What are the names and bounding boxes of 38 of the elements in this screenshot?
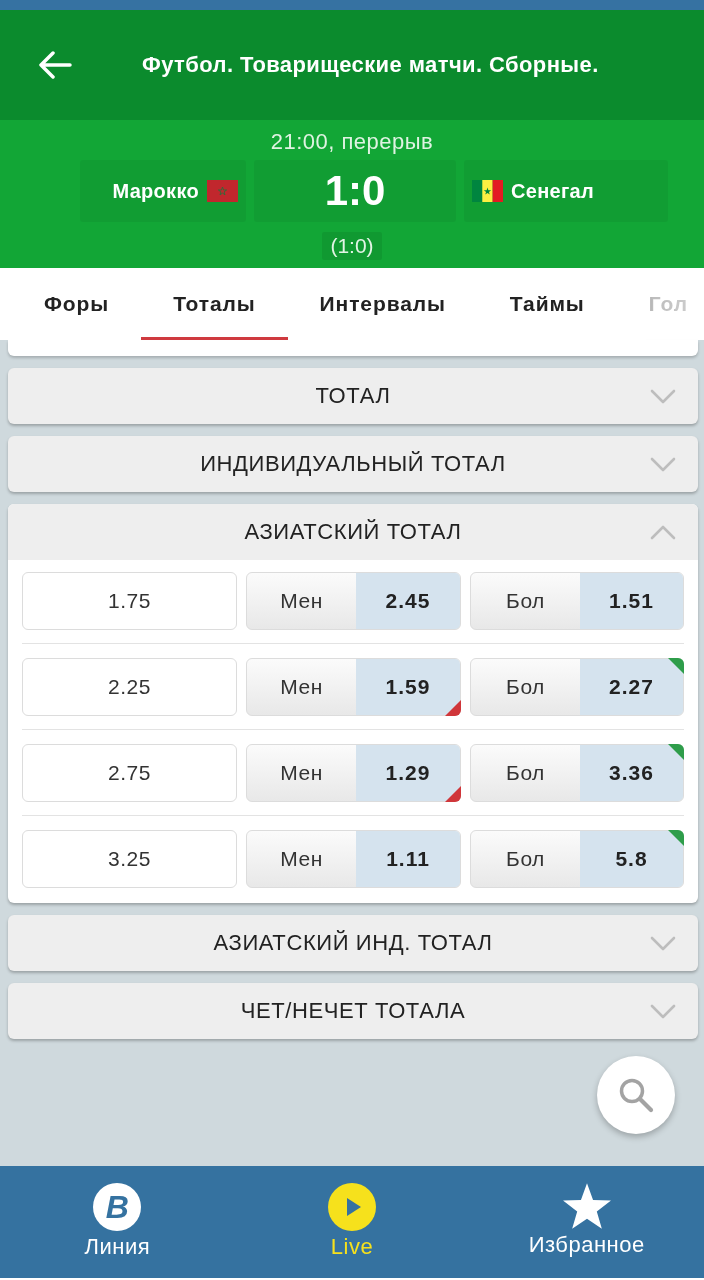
tab[interactable]: Таймы <box>477 268 617 340</box>
play-icon <box>328 1183 376 1231</box>
odds-button[interactable]: Мен 2.45 <box>246 572 461 630</box>
team-name: Марокко <box>112 179 199 203</box>
total-value: 3.25 <box>22 830 237 888</box>
total-value: 1.75 <box>22 572 237 630</box>
star-icon <box>562 1183 611 1229</box>
total-value: 2.25 <box>22 658 237 716</box>
odds-button[interactable]: Мен 1.11 <box>246 830 461 888</box>
match-score: 1:0 <box>254 160 456 222</box>
tab[interactable]: Форы <box>12 268 142 340</box>
tab[interactable]: Интервалы <box>287 268 478 340</box>
flag-icon <box>472 180 503 202</box>
search-icon <box>618 1077 654 1113</box>
odds-button[interactable]: Бол 5.8 <box>470 830 684 888</box>
market-header[interactable]: ИНДИВИДУАЛЬНЫЙ ТОТАЛ <box>8 436 698 492</box>
back-arrow-icon <box>38 51 72 79</box>
market-header[interactable]: ТОТАЛ <box>8 368 698 424</box>
odds-button[interactable]: Бол 2.27 <box>470 658 684 716</box>
half-time-score: (1:0) <box>322 232 382 260</box>
match-status: 21:00, перерыв <box>270 130 434 154</box>
total-value: 2.75 <box>22 744 237 802</box>
market-header[interactable]: АЗИАТСКИЙ ТОТАЛ <box>8 504 698 560</box>
logo-icon: B <box>93 1183 142 1231</box>
search-button[interactable] <box>597 1056 675 1134</box>
back-button[interactable] <box>38 51 72 79</box>
nav-item[interactable]: Live <box>328 1183 376 1259</box>
odds-button[interactable]: Мен 1.29 <box>246 744 461 802</box>
nav-item[interactable]: Избранное <box>528 1183 645 1257</box>
market-header[interactable]: АЗИАТСКИЙ ИНД. ТОТАЛ <box>8 915 698 971</box>
team-name: Сенегал <box>511 179 595 203</box>
market-header[interactable]: ЧЕТ/НЕЧЕТ ТОТАЛА <box>8 983 698 1039</box>
odds-button[interactable]: Мен 1.59 <box>246 658 461 716</box>
page-title: Футбол. Товарищеские матчи. Сборные. <box>142 52 599 78</box>
odds-button[interactable]: Бол 1.51 <box>470 572 684 630</box>
odds-button[interactable]: Бол 3.36 <box>470 744 684 802</box>
flag-icon <box>207 180 238 202</box>
nav-item[interactable]: B Линия <box>84 1183 151 1259</box>
